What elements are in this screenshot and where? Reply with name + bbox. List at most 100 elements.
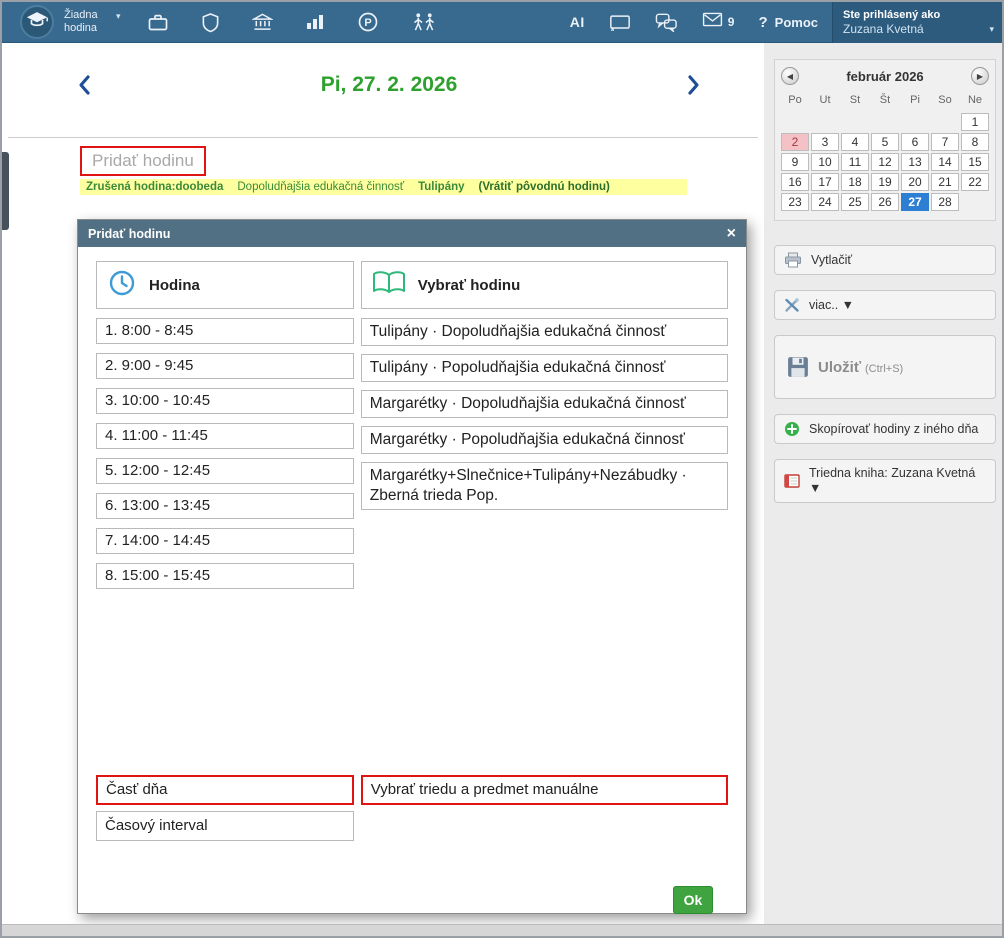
next-day-button[interactable] [682,70,706,100]
calendar-day[interactable]: 14 [931,153,959,171]
modal-body: Hodina 1. 8:00 - 8:452. 9:00 - 9:453. 10… [78,247,746,921]
calendar-day[interactable]: 19 [871,173,899,191]
calendar-day[interactable]: 16 [781,173,809,191]
calendar-day[interactable]: 11 [841,153,869,171]
calendar-prev-month-button[interactable]: ◀ [781,67,799,85]
calendar-day-header: Št [871,91,899,111]
ok-button[interactable]: Ok [673,886,713,914]
lesson-list: Tulipány · Dopoludňajšia edukačná činnos… [361,318,728,510]
calendar-empty-cell [901,113,929,131]
ai-button[interactable]: AI [570,14,585,30]
mail-button[interactable]: 9 [702,12,735,32]
class-book-label: Triedna kniha: Zuzana Kvetná ▼ [809,466,986,496]
manual-class-subject-option[interactable]: Vybrať triedu a predmet manuálne [361,775,728,805]
period-item[interactable]: 1. 8:00 - 8:45 [96,318,354,344]
bar-chart-icon[interactable] [305,13,325,31]
lesson-item[interactable]: Margarétky · Dopoludňajšia edukačná činn… [361,390,728,418]
period-item[interactable]: 8. 15:00 - 15:45 [96,563,354,589]
clock-icon [107,268,137,302]
bank-icon[interactable] [252,12,273,32]
class-book-button[interactable]: Triedna kniha: Zuzana Kvetná ▼ [774,459,996,503]
calendar-day[interactable]: 20 [901,173,929,191]
lesson-item[interactable]: Tulipány · Dopoludňajšia edukačná činnos… [361,318,728,346]
calendar-day[interactable]: 9 [781,153,809,171]
period-item[interactable]: 6. 13:00 - 13:45 [96,493,354,519]
parking-circle-icon[interactable]: P [357,11,379,33]
lesson-status-dropdown[interactable]: Žiadna hodina ▾ [64,9,121,35]
calendar-empty-cell [781,113,809,131]
calendar-day[interactable]: 17 [811,173,839,191]
bottom-strip [2,924,1002,936]
calendar-day[interactable]: 21 [931,173,959,191]
time-interval-option[interactable]: Časový interval [96,811,354,841]
cancelled-group: Tulipány [418,181,464,193]
question-mark-icon: ? [758,14,767,31]
chevron-down-icon: ▾ [116,11,121,22]
open-book-icon [372,270,406,300]
close-icon[interactable]: × [727,226,736,242]
calendar-day[interactable]: 5 [871,133,899,151]
help-button[interactable]: ? Pomoc [758,14,818,31]
add-lesson-button[interactable]: Pridať hodinu [80,146,206,176]
lesson-header-label: Vybrať hodinu [418,277,520,294]
restore-lesson-link[interactable]: (Vrátiť pôvodnú hodinu) [479,181,610,193]
more-options-label: viac.. ▼ [809,298,854,312]
calendar-day[interactable]: 7 [931,133,959,151]
collapsed-panel-handle[interactable] [2,152,9,230]
briefcase-icon[interactable] [147,12,169,32]
lesson-item[interactable]: Tulipány · Popoludňajšia edukačná činnos… [361,354,728,382]
calendar-day[interactable]: 15 [961,153,989,171]
calendar-day[interactable]: 18 [841,173,869,191]
calendar-day[interactable]: 10 [811,153,839,171]
period-item[interactable]: 4. 11:00 - 11:45 [96,423,354,449]
calendar-day-header: Ut [811,91,839,111]
save-button[interactable]: Uložiť(Ctrl+S) [774,335,996,399]
cancelled-lesson-bar: Zrušená hodina:doobeda Dopoludňajšia edu… [80,179,687,195]
copy-lessons-button[interactable]: Skopírovať hodiny z iného dňa [774,414,996,444]
lesson-item[interactable]: Margarétky · Popoludňajšia edukačná činn… [361,426,728,454]
calendar-day-header: St [841,91,869,111]
calendar-day[interactable]: 13 [901,153,929,171]
logged-in-user-name: Zuzana Kvetná [843,22,980,37]
calendar-day[interactable]: 22 [961,173,989,191]
logged-in-user-dropdown[interactable]: Ste prihlásený ako Zuzana Kvetná ▾ [832,2,1002,43]
date-title: Pi, 27. 2. 2026 [96,73,682,97]
calendar-empty-cell [841,113,869,131]
prev-day-button[interactable] [72,70,96,100]
calendar-day[interactable]: 3 [811,133,839,151]
calendar-day[interactable]: 8 [961,133,989,151]
print-button[interactable]: Vytlačiť [774,245,996,275]
calendar-day[interactable]: 1 [961,113,989,131]
period-item[interactable]: 5. 12:00 - 12:45 [96,458,354,484]
chat-icon[interactable] [655,12,678,32]
calendar-day[interactable]: 26 [871,193,899,211]
calendar-day[interactable]: 4 [841,133,869,151]
date-nav-row: Pi, 27. 2. 2026 [72,63,706,107]
save-shortcut-hint: (Ctrl+S) [865,363,903,375]
calendar-day[interactable]: 24 [811,193,839,211]
calendar-day[interactable]: 28 [931,193,959,211]
calendar-day-header: Pi [901,91,929,111]
calendar-day[interactable]: 2 [781,133,809,151]
lesson-item[interactable]: Margarétky+Slnečnice+Tulipány+Nezábudky … [361,462,728,510]
period-item[interactable]: 7. 14:00 - 14:45 [96,528,354,554]
calendar-day[interactable]: 23 [781,193,809,211]
calendar-day[interactable]: 6 [901,133,929,151]
add-lesson-modal: Pridať hodinu × Hodina 1. 8:00 - 8: [77,219,747,914]
period-item[interactable]: 2. 9:00 - 9:45 [96,353,354,379]
shield-icon[interactable] [201,12,220,33]
calendar-month-label: február 2026 [799,69,971,84]
chevron-down-icon: ▾ [989,24,994,35]
calendar-day-header: Ne [961,91,989,111]
school-logo-button[interactable] [20,5,54,39]
part-of-day-option[interactable]: Časť dňa [96,775,354,805]
calendar-day[interactable]: 12 [871,153,899,171]
walking-people-icon[interactable] [411,12,437,33]
period-item[interactable]: 3. 10:00 - 10:45 [96,388,354,414]
calendar-day[interactable]: 27 [901,193,929,211]
calendar-empty-cell [961,193,989,211]
calendar-day[interactable]: 25 [841,193,869,211]
cast-icon[interactable] [609,13,631,32]
calendar-next-month-button[interactable]: ▶ [971,67,989,85]
more-options-button[interactable]: viac.. ▼ [774,290,996,320]
